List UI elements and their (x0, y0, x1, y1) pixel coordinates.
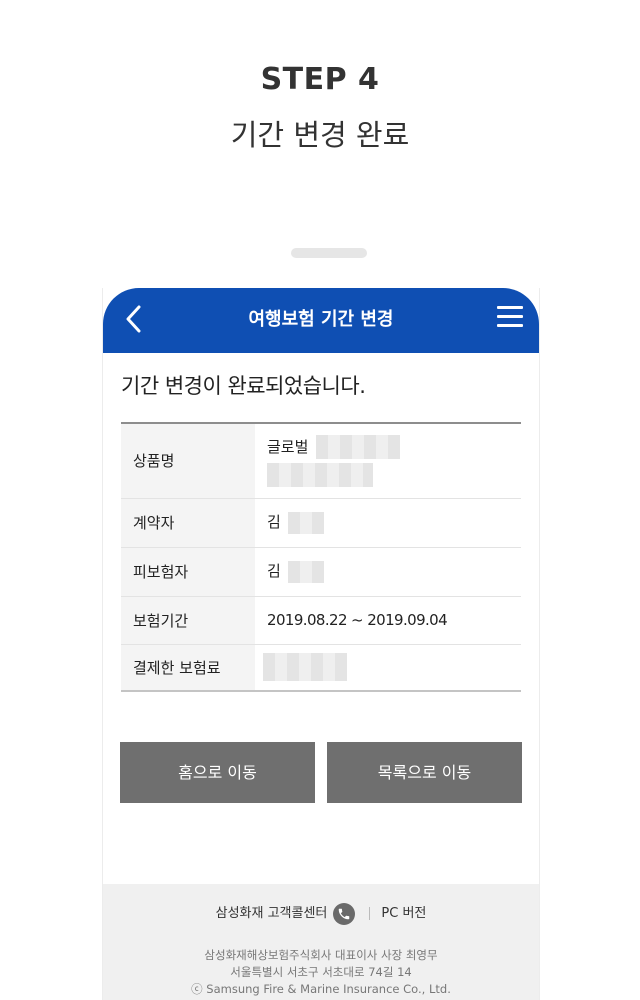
contract-info-table: 상품명 글로벌 계약자 김 피보험자 김 보험기간 2019.08.22 ~ 2… (121, 422, 521, 692)
paid-premium-label: 결제한 보험료 (121, 644, 255, 691)
insured-label: 피보험자 (121, 547, 255, 597)
table-row: 피보험자 김 (121, 547, 521, 597)
call-center-link[interactable]: 삼성화재 고객콜센터 (216, 906, 328, 921)
phone-call-icon[interactable] (333, 902, 356, 925)
masked-insured-name (287, 560, 324, 583)
insurance-period-value: 2019.08.22 ~ 2019.09.04 (255, 596, 521, 645)
phone-speaker (291, 248, 367, 258)
table-row: 결제한 보험료 (121, 644, 521, 691)
table-row: 계약자 김 (121, 498, 521, 548)
company-address: 서울특별시 서초구 서초대로 74길 14 (230, 965, 412, 979)
table-row: 보험기간 2019.08.22 ~ 2019.09.04 (121, 596, 521, 645)
contractor-label: 계약자 (121, 498, 255, 548)
masked-product-name-line2 (267, 462, 373, 487)
go-home-button[interactable]: 홈으로 이동 (120, 742, 315, 803)
action-buttons: 홈으로 이동 목록으로 이동 (120, 742, 522, 803)
footer: 삼성화재 고객콜센터 PC 버전 삼성화재해상보험주식회사 대표이사 사장 최영무… (103, 884, 539, 1000)
app-title: 여행보험 기간 변경 (248, 309, 394, 330)
footer-divider (369, 907, 371, 920)
product-name-value: 글로벌 (267, 438, 309, 457)
completion-message: 기간 변경이 완료되었습니다. (121, 374, 366, 398)
insurance-period-label: 보험기간 (121, 596, 255, 645)
pc-version-link[interactable]: PC 버전 (381, 906, 426, 921)
phone-screen: 여행보험 기간 변경 기간 변경이 완료되었습니다. 상품명 글로벌 계약자 김 (102, 288, 540, 1000)
company-info: 삼성화재해상보험주식회사 대표이사 사장 최영무 서울특별시 서초구 서초대로 … (103, 947, 539, 998)
insured-value: 김 (267, 562, 281, 581)
hamburger-menu-icon[interactable] (497, 306, 523, 332)
step-title: STEP 4 (260, 62, 380, 97)
copyright: ⓒ Samsung Fire & Marine Insurance Co., L… (191, 982, 451, 996)
masked-product-name (316, 434, 401, 459)
company-name: 삼성화재해상보험주식회사 대표이사 사장 최영무 (204, 948, 438, 962)
product-name-label: 상품명 (121, 423, 255, 499)
footer-links: 삼성화재 고객콜센터 PC 버전 (103, 902, 539, 925)
masked-contractor-name (287, 511, 324, 534)
app-header: 여행보험 기간 변경 (103, 288, 539, 353)
go-to-list-button[interactable]: 목록으로 이동 (327, 742, 522, 803)
table-row: 상품명 글로벌 (121, 423, 521, 499)
contractor-value: 김 (267, 513, 281, 532)
masked-premium-amount (263, 653, 347, 682)
step-subtitle: 기간 변경 완료 (230, 118, 410, 152)
